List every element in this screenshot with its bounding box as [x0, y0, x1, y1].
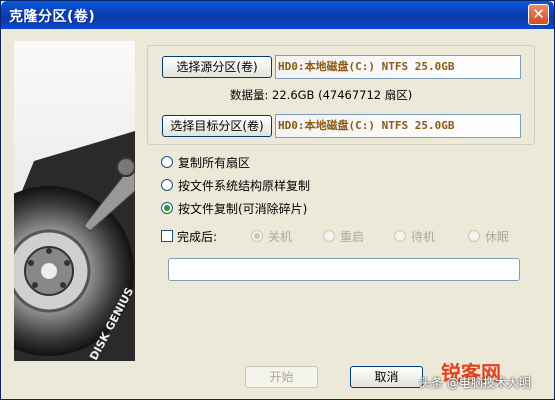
title-bar[interactable]: 克隆分区(卷) ✕ — [1, 1, 554, 29]
data-size-text: 数据量: 22.6GB (47467712 扇区) — [230, 88, 413, 102]
after-complete-checkbox[interactable] — [161, 230, 173, 242]
cancel-button[interactable]: 取消 — [350, 366, 423, 388]
copy-mode-filesystem[interactable]: 按文件系统结构原样复制 — [161, 176, 310, 194]
after-complete-label: 完成后: — [177, 229, 218, 244]
radio-filesystem[interactable] — [161, 179, 173, 191]
radio-hibernate[interactable] — [468, 230, 480, 242]
select-source-button[interactable]: 选择源分区(卷) — [162, 56, 272, 78]
radio-by-file[interactable] — [161, 202, 173, 214]
radio-shutdown[interactable] — [251, 230, 263, 242]
after-option-shutdown[interactable]: 关机 — [251, 227, 292, 245]
radio-all-sectors[interactable] — [161, 156, 173, 168]
copy-mode-label: 按文件系统结构原样复制 — [178, 178, 311, 193]
close-button[interactable]: ✕ — [528, 4, 549, 25]
watermark-credit: 头条 @电脑技术大明 — [419, 376, 531, 390]
copy-mode-label: 复制所有扇区 — [178, 155, 251, 170]
after-option-label: 关机 — [268, 229, 293, 244]
copy-mode-by-file[interactable]: 按文件复制(可消除碎片) — [161, 199, 307, 217]
target-partition-field: HD0:本地磁盘(C:) NTFS 25.0GB — [275, 114, 521, 138]
radio-restart[interactable] — [323, 230, 335, 242]
after-option-label: 待机 — [411, 229, 436, 244]
clone-partition-dialog: 克隆分区(卷) ✕ DISK GENIUS 选择源分区(卷) HD0:本地磁盘(… — [0, 0, 555, 400]
after-option-standby[interactable]: 待机 — [394, 227, 435, 245]
after-option-label: 重启 — [340, 229, 365, 244]
start-button[interactable]: 开始 — [245, 366, 318, 388]
hard-disk-illustration: DISK GENIUS — [14, 41, 135, 361]
copy-mode-label: 按文件复制(可消除碎片) — [178, 201, 308, 216]
after-option-label: 休眠 — [485, 229, 510, 244]
progress-bar — [168, 258, 520, 281]
source-partition-field: HD0:本地磁盘(C:) NTFS 25.0GB — [275, 55, 521, 79]
after-complete-checkbox-row[interactable]: 完成后: — [161, 227, 217, 245]
after-option-restart[interactable]: 重启 — [323, 227, 364, 245]
radio-standby[interactable] — [394, 230, 406, 242]
after-option-hibernate[interactable]: 休眠 — [468, 227, 509, 245]
window-title: 克隆分区(卷) — [9, 9, 96, 25]
disk-genius-side-image: DISK GENIUS — [14, 41, 135, 361]
select-target-button[interactable]: 选择目标分区(卷) — [162, 115, 272, 137]
copy-mode-all-sectors[interactable]: 复制所有扇区 — [161, 153, 250, 171]
